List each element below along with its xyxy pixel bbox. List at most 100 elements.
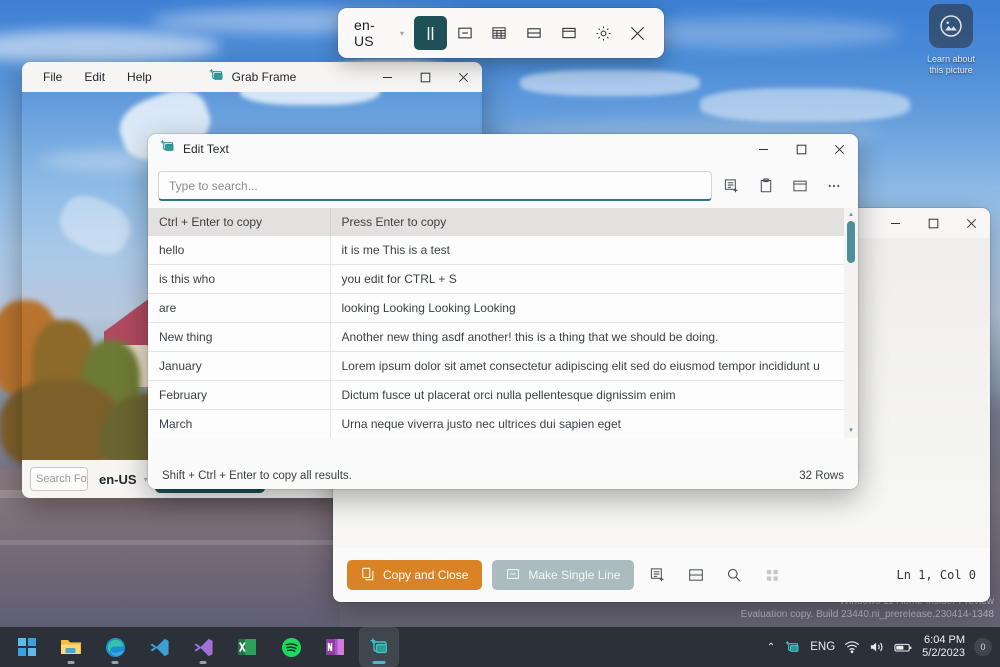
cell-value[interactable]: Urna neque viverra justo nec ultrices du… <box>330 410 858 439</box>
watermark-line2: Evaluation copy. Build 23440.ni_prerelea… <box>741 608 994 621</box>
frame-view-button[interactable] <box>552 16 585 50</box>
edit-text-titlebar[interactable]: Edit Text <box>148 134 858 164</box>
editor-close-button[interactable] <box>952 208 990 238</box>
file-explorer-icon[interactable] <box>52 628 90 666</box>
language-selector[interactable]: en-US <box>99 472 137 487</box>
cell-key[interactable]: New thing <box>148 323 330 352</box>
clock-time: 6:04 PM <box>922 634 965 647</box>
grab-frame-titlebar[interactable]: File Edit Help <box>22 62 482 92</box>
row-count-badge: 32 Rows <box>799 470 844 482</box>
vscode-icon[interactable] <box>140 628 178 666</box>
chevron-up-icon[interactable]: ⌃ <box>767 642 775 653</box>
language-indicator[interactable]: ENG <box>810 641 835 653</box>
table-row[interactable]: FebruaryDictum fusce ut placerat orci nu… <box>148 381 858 410</box>
grab-minimize-button[interactable] <box>368 62 406 92</box>
grab-close-button[interactable] <box>444 62 482 92</box>
edit-text-title-text: Edit Text <box>183 142 229 156</box>
make-single-line-button[interactable]: Make Single Line <box>492 560 634 590</box>
edit-text-search-row[interactable]: Type to search... <box>148 164 858 208</box>
wifi-icon[interactable] <box>844 640 860 654</box>
column-header-value[interactable]: Press Enter to copy <box>330 208 858 236</box>
grab-frame-icon <box>159 138 176 160</box>
table-row[interactable]: JanuaryLorem ipsum dolor sit amet consec… <box>148 352 858 381</box>
text-editor-bottom-toolbar[interactable]: Copy and Close Make Single Line <box>333 548 990 602</box>
learn-about-picture-widget[interactable]: Learn about this picture <box>910 4 992 76</box>
cell-value[interactable]: Lorem ipsum dolor sit amet consectetur a… <box>330 352 858 381</box>
column-header-key[interactable]: Ctrl + Enter to copy <box>148 208 330 236</box>
table-row[interactable]: helloit is me This is a test <box>148 236 858 265</box>
minimize-row-button[interactable] <box>449 16 482 50</box>
cell-key[interactable]: January <box>148 352 330 381</box>
cell-key[interactable]: March <box>148 410 330 439</box>
edit-close-button[interactable] <box>820 134 858 164</box>
grab-maximize-button[interactable] <box>406 62 444 92</box>
menu-file[interactable]: File <box>32 66 73 88</box>
grab-frame-icon[interactable] <box>360 628 398 666</box>
search-input[interactable]: Type to search... <box>158 171 712 201</box>
scroll-up-arrow[interactable]: ▴ <box>849 208 853 222</box>
volume-icon[interactable] <box>869 640 885 654</box>
scroll-down-arrow[interactable]: ▾ <box>849 424 853 438</box>
vertical-scrollbar[interactable]: ▴ ▾ <box>844 208 858 438</box>
copy-icon <box>361 567 375 584</box>
chevron-down-icon[interactable]: ▾ <box>400 29 404 38</box>
cell-key[interactable]: hello <box>148 236 330 265</box>
start-button[interactable] <box>8 628 46 666</box>
edit-minimize-button[interactable] <box>744 134 782 164</box>
cell-key[interactable]: is this who <box>148 265 330 294</box>
search-input[interactable]: Search Fo <box>30 467 88 491</box>
spotify-icon[interactable] <box>272 628 310 666</box>
edit-text-status-bar: Shift + Ctrl + Enter to copy all results… <box>148 463 858 489</box>
windows-taskbar[interactable]: ⌃ ENG <box>0 627 1000 667</box>
clipboard-icon[interactable] <box>752 172 780 200</box>
clock[interactable]: 6:04 PM 5/2/2023 <box>922 634 965 660</box>
onenote-icon[interactable] <box>316 628 354 666</box>
cell-value[interactable]: Another new thing asdf another! this is … <box>330 323 858 352</box>
edit-text-window[interactable]: Edit Text Type to search... <box>148 134 858 489</box>
single-line-icon <box>506 567 520 584</box>
language-selector[interactable]: en-US <box>354 17 393 49</box>
more-options-icon[interactable] <box>820 172 848 200</box>
edit-text-results-grid[interactable]: Ctrl + Enter to copy Press Enter to copy… <box>148 208 858 438</box>
editor-maximize-button[interactable] <box>914 208 952 238</box>
visual-studio-icon[interactable] <box>184 628 222 666</box>
cursor-position-status: Ln 1, Col 0 <box>897 568 976 582</box>
window-frame-icon[interactable] <box>786 172 814 200</box>
chevron-down-icon[interactable]: ▾ <box>144 475 148 484</box>
split-view-button[interactable] <box>518 16 551 50</box>
new-note-icon[interactable] <box>644 561 672 589</box>
copy-and-close-button[interactable]: Copy and Close <box>347 560 482 590</box>
table-row[interactable]: New thingAnother new thing asdf another!… <box>148 323 858 352</box>
cell-key[interactable]: February <box>148 381 330 410</box>
table-row[interactable]: is this whoyou edit for CTRL + S <box>148 265 858 294</box>
cell-value[interactable]: Dictum fusce ut placerat orci nulla pell… <box>330 381 858 410</box>
clock-date: 5/2/2023 <box>922 647 965 660</box>
cell-value[interactable]: you edit for CTRL + S <box>330 265 858 294</box>
excel-icon[interactable] <box>228 628 266 666</box>
make-single-line-label: Make Single Line <box>528 568 620 582</box>
grab-frame-tray-icon[interactable] <box>784 639 801 656</box>
close-button[interactable] <box>621 16 654 50</box>
settings-button[interactable] <box>587 16 620 50</box>
cell-value[interactable]: looking Looking Looking Looking <box>330 294 858 323</box>
floating-ocr-toolbar[interactable]: en-US ▾ <box>338 8 664 58</box>
edge-icon[interactable] <box>96 628 134 666</box>
cell-key[interactable]: are <box>148 294 330 323</box>
menu-edit[interactable]: Edit <box>73 66 116 88</box>
grid-icon[interactable] <box>758 561 786 589</box>
edit-maximize-button[interactable] <box>782 134 820 164</box>
split-pane-icon[interactable] <box>682 561 710 589</box>
battery-icon[interactable] <box>894 641 913 654</box>
pause-button[interactable] <box>414 16 447 50</box>
table-row[interactable]: MarchUrna neque viverra justo nec ultric… <box>148 410 858 439</box>
notification-badge[interactable]: 0 <box>974 638 992 656</box>
learn-picture-line1: Learn about <box>910 54 992 65</box>
menu-help[interactable]: Help <box>116 66 163 88</box>
table-view-button[interactable] <box>483 16 516 50</box>
cell-value[interactable]: it is me This is a test <box>330 236 858 265</box>
search-icon[interactable] <box>720 561 748 589</box>
editor-minimize-button[interactable] <box>876 208 914 238</box>
new-note-icon[interactable] <box>718 172 746 200</box>
scrollbar-thumb[interactable] <box>847 221 855 263</box>
table-row[interactable]: arelooking Looking Looking Looking <box>148 294 858 323</box>
